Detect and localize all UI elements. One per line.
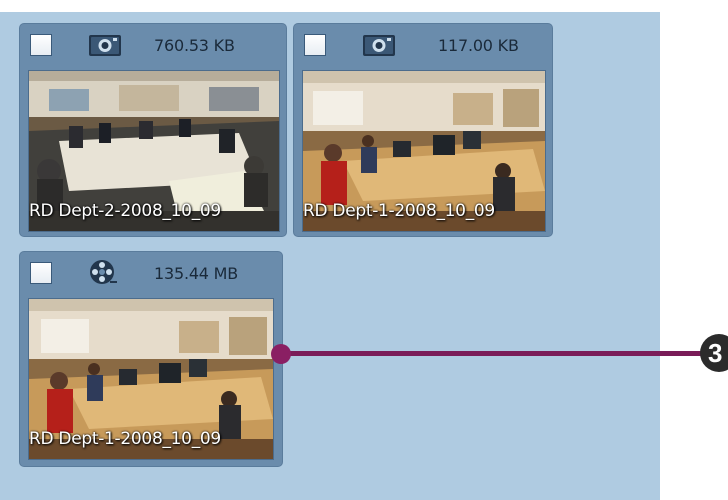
media-item-header: 117.00 KB	[294, 24, 552, 66]
select-checkbox[interactable]	[304, 34, 326, 56]
media-thumbnail[interactable]: RD Dept-2-2008_10_09	[28, 70, 280, 232]
media-caption: RD Dept-2-2008_10_09	[29, 201, 221, 221]
media-item-card[interactable]: 760.53 KB RD Dept-2-2008_10_09	[20, 24, 286, 236]
media-item-header: 760.53 KB	[20, 24, 286, 66]
callout-line	[276, 351, 706, 356]
file-size-label: 135.44 MB	[154, 264, 239, 283]
media-item-header: 135.44 MB	[20, 252, 282, 294]
media-caption: RD Dept-1-2008_10_09	[29, 429, 221, 449]
callout-pointer-dot	[271, 344, 291, 364]
film-reel-icon	[90, 260, 117, 284]
camera-icon	[89, 35, 121, 56]
media-item-card[interactable]: 117.00 KB RD Dept-1-2008_10_09	[294, 24, 552, 236]
media-caption: RD Dept-1-2008_10_09	[303, 201, 495, 221]
file-size-label: 117.00 KB	[438, 36, 519, 55]
media-item-card[interactable]: 135.44 MB RD Dept-1-2008_10_09	[20, 252, 282, 466]
camera-icon	[363, 35, 395, 56]
media-thumbnail[interactable]: RD Dept-1-2008_10_09	[302, 70, 546, 232]
select-checkbox[interactable]	[30, 262, 52, 284]
media-thumbnail[interactable]: RD Dept-1-2008_10_09	[28, 298, 274, 460]
select-checkbox[interactable]	[30, 34, 52, 56]
callout-number-badge: 3	[700, 334, 728, 372]
file-size-label: 760.53 KB	[154, 36, 235, 55]
